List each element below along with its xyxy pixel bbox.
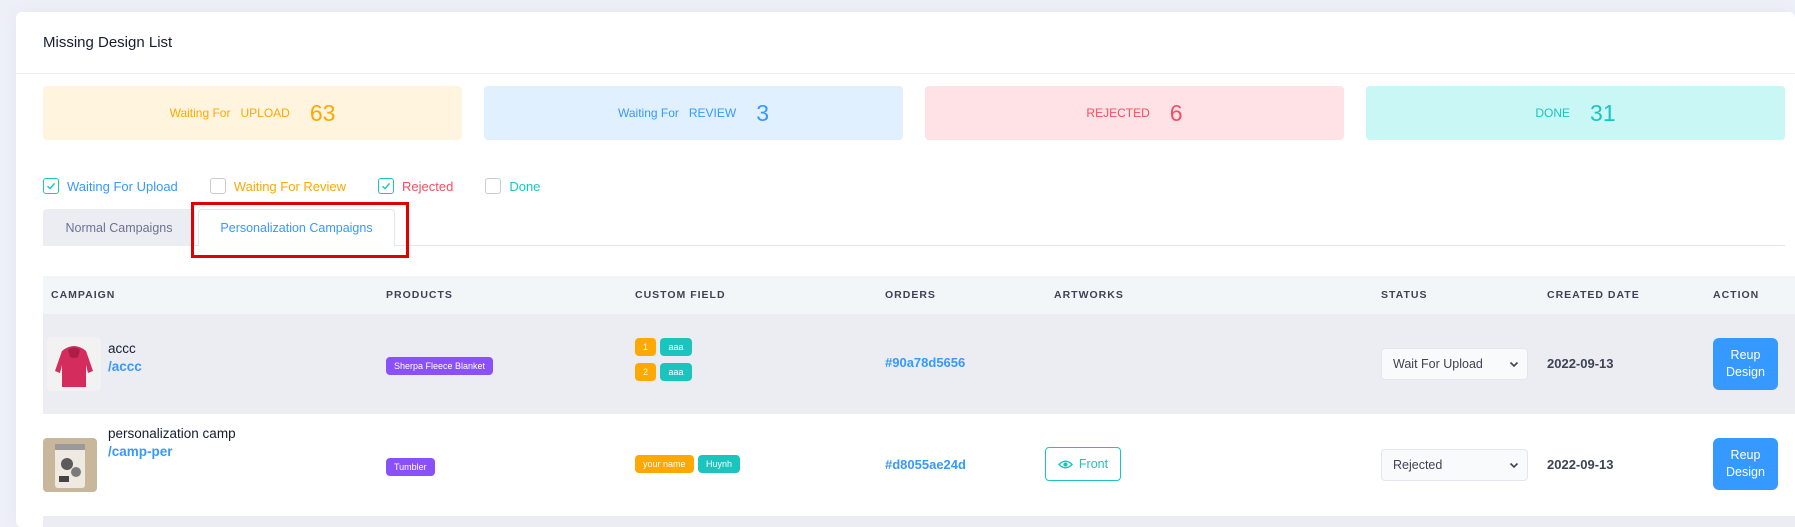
- stat-prefix: Waiting For: [617, 106, 679, 120]
- stat-count: 31: [1590, 99, 1616, 126]
- custom-field-value: aaa: [660, 338, 692, 356]
- campaign-name: personalization camp: [108, 426, 236, 441]
- eye-icon: [1057, 460, 1073, 468]
- stat-label: REJECTED: [1086, 106, 1150, 120]
- stat-done[interactable]: DONE 31: [1366, 86, 1785, 140]
- stat-label: UPLOAD: [240, 106, 290, 120]
- chevron-down-icon: [1509, 361, 1519, 368]
- col-orders: ORDERS: [885, 289, 936, 301]
- stat-waiting-review[interactable]: Waiting For REVIEW 3: [484, 86, 903, 140]
- campaign-slug-link[interactable]: /camp-per: [108, 444, 236, 459]
- col-products: PRODUCTS: [386, 289, 453, 301]
- status-value: Wait For Upload: [1393, 357, 1483, 371]
- stat-label: DONE: [1535, 106, 1571, 120]
- artwork-front-button[interactable]: Front: [1045, 447, 1121, 481]
- col-created-date: CREATED DATE: [1547, 289, 1640, 301]
- order-link[interactable]: #d8055ae24d: [885, 457, 966, 472]
- stat-rejected[interactable]: REJECTED 6: [925, 86, 1344, 140]
- product-badge: Sherpa Fleece Blanket: [386, 357, 494, 375]
- status-value: Rejected: [1393, 458, 1443, 472]
- stat-count: 63: [309, 99, 336, 126]
- checkbox-checked[interactable]: [378, 178, 395, 194]
- custom-field-value: aaa: [660, 363, 692, 381]
- hoodie-image: [47, 337, 101, 391]
- filter-waiting-upload[interactable]: Waiting For Upload: [43, 178, 178, 194]
- custom-field-value: Huynh: [697, 455, 740, 473]
- filter-waiting-review[interactable]: Waiting For Review: [209, 178, 347, 194]
- checkbox-unchecked[interactable]: [209, 178, 226, 194]
- col-action: ACTION: [1713, 289, 1760, 301]
- stat-count: 3: [756, 99, 770, 126]
- reup-design-button[interactable]: Reup Design: [1713, 438, 1778, 490]
- created-date: 2022-09-13: [1547, 356, 1614, 371]
- button-label-line2: Design: [1726, 465, 1765, 479]
- custom-field-key: 1: [635, 338, 657, 356]
- product-badge: Tumbler: [386, 458, 435, 476]
- button-label-line1: Reup: [1730, 348, 1761, 362]
- filter-label: Done: [509, 178, 541, 194]
- button-label-line1: Reup: [1730, 448, 1761, 462]
- card-header: Missing Design List: [16, 12, 1795, 74]
- table-row: accc /accc Sherpa Fleece Blanket 1 aaa 2…: [43, 314, 1795, 414]
- stat-waiting-upload[interactable]: Waiting For UPLOAD 63: [43, 86, 462, 140]
- custom-field-key: your name: [635, 455, 694, 473]
- status-select[interactable]: Rejected: [1381, 449, 1528, 481]
- table-header: CAMPAIGN PRODUCTS CUSTOM FIELD ORDERS AR…: [43, 276, 1795, 314]
- checkbox-unchecked[interactable]: [485, 178, 502, 194]
- stat-count: 6: [1169, 99, 1183, 126]
- col-custom-field: CUSTOM FIELD: [635, 289, 726, 301]
- page-title: Missing Design List: [43, 34, 173, 51]
- check-icon: [382, 182, 391, 190]
- stat-prefix: Waiting For: [169, 106, 231, 120]
- table-row-partial: [43, 516, 1795, 527]
- col-campaign: CAMPAIGN: [51, 289, 116, 301]
- col-status: STATUS: [1381, 289, 1428, 301]
- created-date: 2022-09-13: [1547, 457, 1614, 472]
- tab-normal-campaigns[interactable]: Normal Campaigns: [43, 209, 195, 246]
- stat-label: REVIEW: [688, 106, 737, 120]
- campaign-slug-link[interactable]: /accc: [108, 359, 142, 374]
- tumbler-image: [43, 438, 97, 492]
- filter-label: Waiting For Upload: [67, 178, 178, 194]
- filter-label: Rejected: [402, 178, 454, 194]
- campaign-thumbnail: [43, 438, 97, 492]
- filter-done[interactable]: Done: [485, 178, 540, 194]
- status-select[interactable]: Wait For Upload: [1381, 348, 1528, 380]
- chevron-down-icon: [1509, 462, 1519, 469]
- campaign-thumbnail: [47, 337, 101, 391]
- order-link[interactable]: #90a78d5656: [885, 355, 965, 370]
- table-row: personalization camp /camp-per Tumbler y…: [43, 414, 1795, 514]
- custom-field-key: 2: [635, 363, 657, 381]
- button-label-line2: Design: [1726, 365, 1765, 379]
- campaign-name: accc: [108, 341, 136, 356]
- filter-label: Waiting For Review: [233, 178, 347, 194]
- highlight-box: [191, 202, 409, 258]
- check-icon: [47, 182, 56, 190]
- campaign-info: accc /accc: [108, 341, 142, 374]
- col-artworks: ARTWORKS: [1054, 289, 1124, 301]
- campaign-info: personalization camp /camp-per: [108, 426, 236, 459]
- reup-design-button[interactable]: Reup Design: [1713, 338, 1778, 390]
- filter-rejected[interactable]: Rejected: [378, 178, 453, 194]
- checkbox-checked[interactable]: [43, 178, 59, 194]
- status-filters: Waiting For Upload Waiting For Review Re…: [43, 178, 540, 194]
- artwork-label: Front: [1078, 457, 1109, 471]
